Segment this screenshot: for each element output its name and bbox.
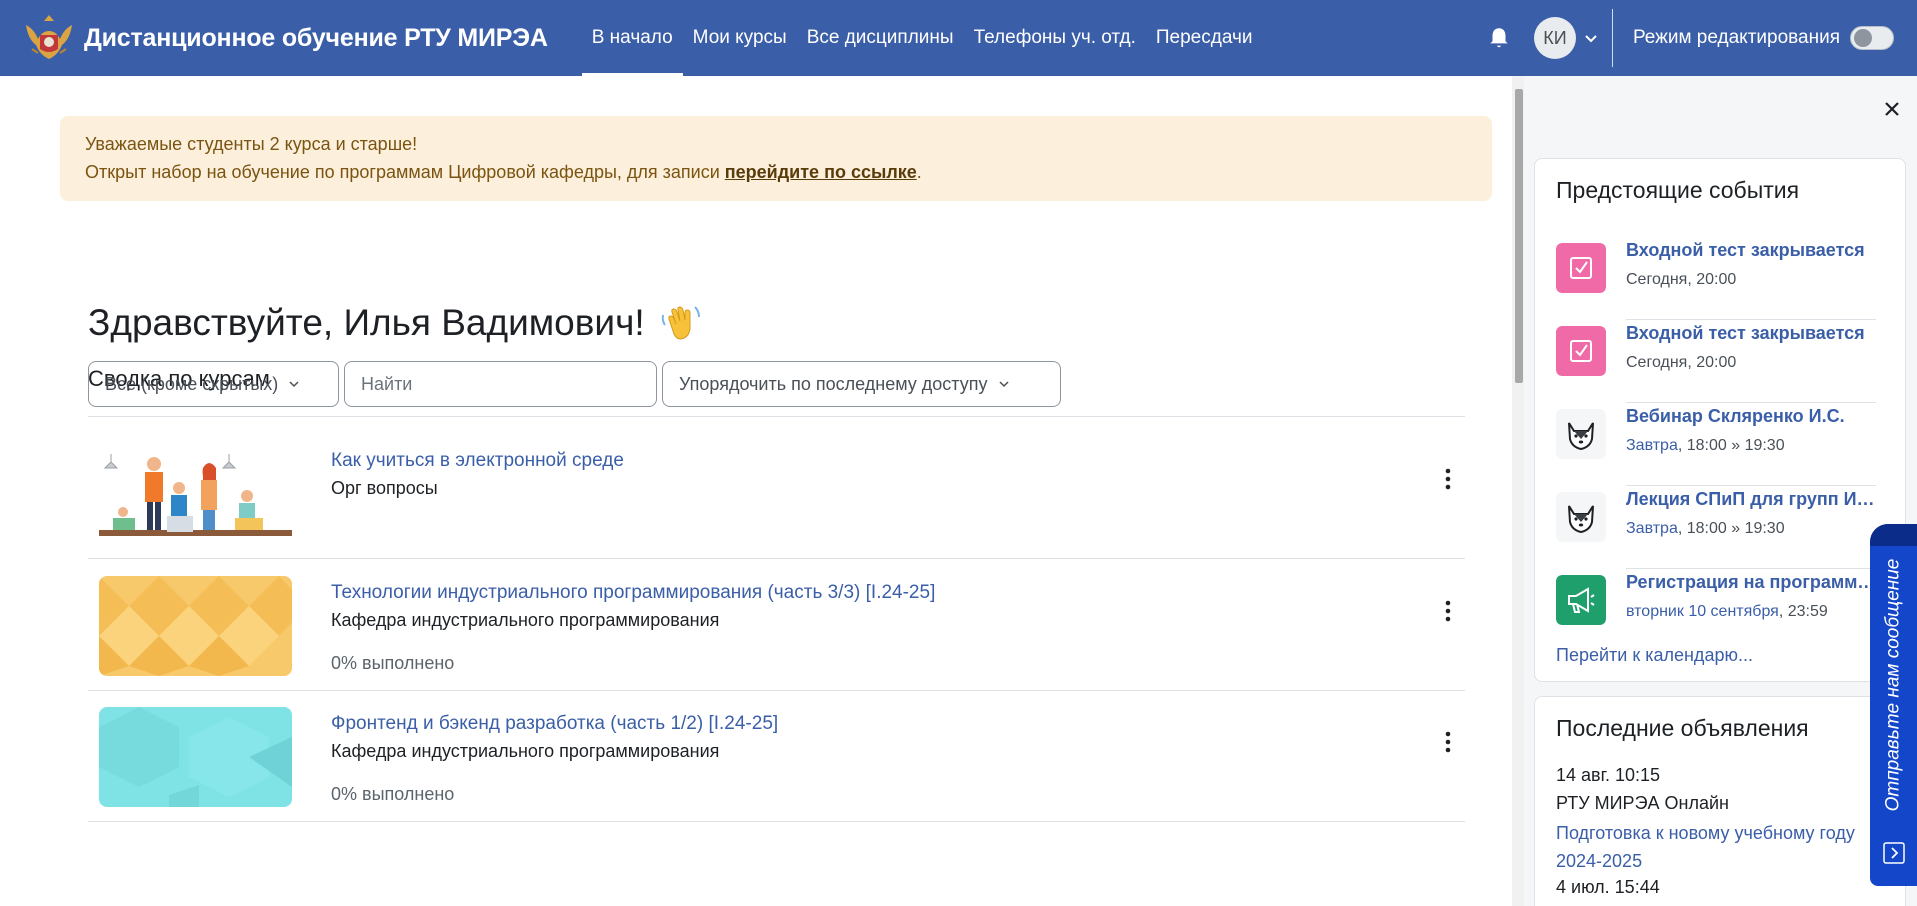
site-title: Дистанционное обучение РТУ МИРЭА [84, 23, 548, 52]
event-item: Вебинар Скляренко И.С. Завтра, 18:00 » 1… [1556, 403, 1876, 486]
user-avatar[interactable]: КИ [1533, 17, 1576, 59]
nav-link-phones[interactable]: Телефоны уч. отд. [964, 0, 1146, 76]
upcoming-events-title: Предстоящие события [1556, 177, 1800, 203]
course-progress: 0% выполнено [331, 784, 455, 804]
megaphone-icon [1556, 575, 1606, 625]
alert-suffix: . [916, 162, 922, 182]
announcement-date: 14 авг. 10:15 [1556, 765, 1661, 785]
course-category: Кафедра индустриального программирования [331, 741, 720, 761]
upcoming-events-block: Предстоящие события Входной тест закрыва… [1534, 158, 1906, 682]
course-progress: 0% выполнено [331, 653, 455, 673]
event-date-link[interactable]: Завтра [1626, 437, 1678, 454]
alert-link[interactable]: перейдите по ссылке [725, 162, 917, 182]
nav-link-retakes[interactable]: Пересдачи [1146, 0, 1263, 76]
course-item: Как учиться в электронной среде Орг вопр… [88, 428, 1465, 559]
more-actions-icon[interactable] [1438, 729, 1458, 755]
event-time: Сегодня, 20:00 [1626, 271, 1737, 288]
course-image-pattern-teal[interactable] [99, 707, 292, 807]
event-date: вторник 10 сентября, 23:59 [1626, 603, 1828, 621]
event-title-link[interactable]: Регистрация на программу ... [1626, 572, 1876, 593]
primary-navigation: В начало Мои курсы Все дисциплины Телефо… [581, 0, 1263, 76]
event-date-link[interactable]: вторник 10 сентября [1626, 603, 1779, 620]
university-emblem-icon [26, 15, 72, 59]
sort-select-value: Упорядочить по последнему доступу [679, 373, 988, 394]
course-image-people[interactable] [99, 444, 292, 544]
right-block-drawer: Предстоящие события Входной тест закрыва… [1524, 76, 1917, 906]
event-date: Завтра, 18:00 » 19:30 [1626, 437, 1785, 455]
grouping-select[interactable]: Все (кроме скрытых) [88, 361, 339, 407]
grouping-select-value: Все (кроме скрытых) [105, 373, 279, 394]
toggle-knob [1854, 29, 1872, 47]
waving-hand-icon [661, 306, 700, 340]
event-title-link[interactable]: Входной тест закрывается [1626, 240, 1876, 261]
brand[interactable]: Дистанционное обучение РТУ МИРЭА [20, 0, 548, 76]
course-item: Технологии индустриального программирова… [88, 560, 1465, 691]
course-category: Кафедра индустриального программирования [331, 610, 720, 630]
main-content: Уважаемые студенты 2 курса и старше! Отк… [0, 76, 1512, 906]
alert-text: Открыт набор на обучение по программам Ц… [85, 162, 725, 182]
course-filters: Все (кроме скрытых) Упорядочить по после… [88, 361, 1061, 407]
event-date: Сегодня, 20:00 [1626, 354, 1736, 372]
feedback-tab[interactable]: Отправьте нам сообщение [1870, 524, 1917, 886]
quiz-icon [1556, 326, 1606, 376]
chevron-right-icon [1883, 842, 1905, 864]
chevron-down-icon [998, 381, 1009, 388]
event-date-link[interactable]: Завтра [1626, 520, 1678, 537]
announcement-date: 4 июл. 15:44 [1556, 877, 1660, 897]
event-time: , 18:00 » 19:30 [1677, 437, 1785, 454]
husky-icon [1556, 409, 1606, 459]
top-navbar: Дистанционное обучение РТУ МИРЭА В начал… [0, 0, 1917, 76]
more-actions-icon[interactable] [1438, 466, 1458, 492]
event-title-link[interactable]: Лекция СПиП для групп ИКБО-... [1626, 489, 1876, 510]
announcement-alert: Уважаемые студенты 2 курса и старше! Отк… [60, 116, 1492, 201]
greeting: Здравствуйте, Илья Вадимович! [88, 301, 703, 345]
navbar-actions: КИ Режим редактирования [1486, 0, 1917, 76]
alert-line-2: Открыт набор на обучение по программам Ц… [85, 158, 1467, 186]
event-time: , 18:00 » 19:30 [1677, 520, 1785, 537]
event-item: Входной тест закрывается Сегодня, 20:00 [1556, 237, 1876, 320]
quiz-icon [1556, 243, 1606, 293]
event-time: Сегодня, 20:00 [1626, 354, 1737, 371]
course-name-link[interactable]: Технологии индустриального программирова… [331, 582, 935, 604]
course-search-input[interactable] [344, 361, 657, 407]
course-name-link[interactable]: Фронтенд и бэкенд разработка (часть 1/2)… [331, 713, 778, 735]
edit-mode-toggle[interactable] [1850, 26, 1894, 50]
more-actions-icon[interactable] [1438, 598, 1458, 624]
event-date: Сегодня, 20:00 [1626, 271, 1736, 289]
divider [88, 416, 1465, 417]
event-item: Лекция СПиП для групп ИКБО-... Завтра, 1… [1556, 486, 1876, 569]
event-item: Входной тест закрывается Сегодня, 20:00 [1556, 320, 1876, 403]
course-name-link[interactable]: Как учиться в электронной среде [331, 450, 624, 472]
chevron-down-icon [289, 381, 299, 388]
sort-select[interactable]: Упорядочить по последнему доступу [662, 361, 1061, 407]
feedback-label-wrap: Отправьте нам сообщение [1870, 540, 1917, 830]
greeting-text: Здравствуйте, Илья Вадимович! [88, 302, 645, 343]
edit-mode-label: Режим редактирования [1632, 27, 1840, 48]
nav-link-home[interactable]: В начало [581, 0, 683, 76]
main-scrollbar-thumb[interactable] [1515, 89, 1523, 383]
course-image-pattern-orange[interactable] [99, 576, 292, 676]
latest-announcements-title: Последние объявления [1556, 715, 1809, 741]
event-item: Регистрация на программу ... вторник 10 … [1556, 569, 1876, 652]
nav-link-my-courses[interactable]: Мои курсы [683, 0, 797, 76]
feedback-label: Отправьте нам сообщение [1882, 558, 1904, 812]
close-icon[interactable] [1881, 98, 1903, 120]
announcement-link[interactable]: Подготовка к новому учебному году 2024-2… [1556, 819, 1856, 875]
announcement-author: РТУ МИРЭА Онлайн [1556, 793, 1729, 813]
event-title-link[interactable]: Вебинар Скляренко И.С. [1626, 406, 1876, 427]
course-item: Фронтенд и бэкенд разработка (часть 1/2)… [88, 691, 1465, 822]
nav-link-all-disciplines[interactable]: Все дисциплины [797, 0, 964, 76]
navbar-divider [1611, 9, 1613, 67]
event-title-link[interactable]: Входной тест закрывается [1626, 323, 1876, 344]
event-date: Завтра, 18:00 » 19:30 [1626, 520, 1785, 538]
husky-icon [1556, 492, 1606, 542]
course-category: Орг вопросы [331, 478, 438, 498]
event-time: , 23:59 [1778, 603, 1828, 620]
chevron-down-icon[interactable] [1584, 31, 1598, 45]
alert-line-1: Уважаемые студенты 2 курса и старше! [85, 134, 418, 154]
latest-announcements-block: Последние объявления 14 авг. 10:15 РТУ М… [1534, 696, 1906, 906]
go-to-calendar-link[interactable]: Перейти к календарю... [1556, 645, 1753, 666]
bell-icon[interactable] [1486, 25, 1512, 51]
